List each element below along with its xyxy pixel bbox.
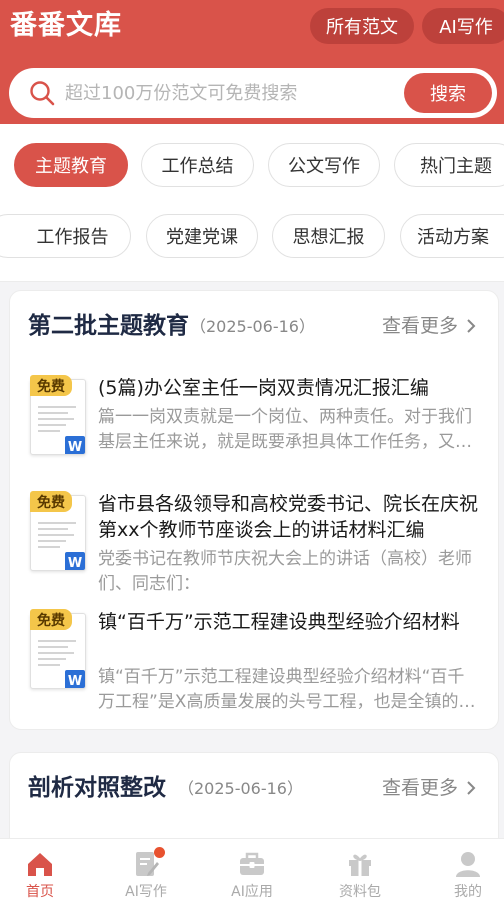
document-title: 省市县各级领导和高校党委书记、院长在庆祝第xx个教师节座谈会上的讲话材料汇编 [98,493,478,541]
nav-label: AI写作 [125,884,167,900]
chip-work-summary[interactable]: 工作总结 [141,143,254,187]
list-item[interactable]: W 免费 镇“百千万”示范工程建设典型经验介绍材料 镇“百千万”示范工程建设典型… [28,609,488,719]
word-file-icon: W [65,552,85,570]
section-title: 剖析对照整改 [28,775,166,801]
notification-dot [154,847,165,858]
document-title: (5篇)办公室主任一岗双责情况汇报汇编 [98,377,429,399]
view-more-link[interactable]: 查看更多 [382,773,476,803]
nav-label: 首页 [26,884,54,900]
app-header: 番番文库 所有范文 AI写作 搜索 [0,0,504,124]
category-chips: 主题教育 工作总结 公文写作 热门主题 工作报告 党建党课 思想汇报 活动方案 [0,124,504,282]
document-description: 篇一一岗双责就是一个岗位、两种责任。对于我们基层主任来说，就是既要承担具体工作任… [98,407,472,452]
list-item[interactable]: W 免费 省市县各级领导和高校党委书记、院长在庆祝第xx个教师节座谈会上的讲话材… [28,491,488,601]
chevron-right-icon [467,319,476,333]
nav-label: 资料包 [339,884,381,900]
free-badge: 免费 [30,491,72,512]
home-icon [28,853,52,876]
ai-write-icon [131,847,165,879]
document-description: 镇“百千万”示范工程建设典型经验介绍材料“百千万工程”是X高质量发展的头号工程，… [98,667,476,712]
nav-resources[interactable]: 资料包 [310,839,410,906]
list-item[interactable]: W 免费 (5篇)办公室主任一岗双责情况汇报汇编 篇一一岗双责就是一个岗位、两种… [28,375,488,485]
nav-label: AI应用 [231,884,273,900]
nav-profile[interactable]: 我的 [418,839,504,906]
section-date: （2025-06-16） [190,317,315,336]
document-title: 镇“百千万”示范工程建设典型经验介绍材料 [98,611,460,633]
gift-icon [349,854,371,876]
search-button[interactable]: 搜索 [404,73,492,113]
word-file-icon: W [65,670,85,688]
user-icon [456,852,480,877]
free-badge: 免费 [30,375,72,396]
section-title: 第二批主题教育 [28,313,189,339]
chip-official-writing[interactable]: 公文写作 [268,143,380,187]
nav-label: 我的 [454,884,482,900]
search-icon [30,81,55,106]
bottom-navigation: 首页 AI写作 AI应用 资料包 我的 [0,838,504,906]
chip-work-report[interactable]: 工作报告 [0,214,131,258]
brand-logo[interactable]: 番番文库 [10,8,122,44]
nav-ai-apps[interactable]: AI应用 [202,839,302,906]
section-card-theme-education: 第二批主题教育 （2025-06-16） 查看更多 W 免费 (5篇)办公室主任… [9,290,499,730]
search-bar: 搜索 [9,68,497,118]
view-more-label: 查看更多 [381,315,458,337]
chevron-right-icon [467,781,476,795]
document-description: 党委书记在教师节庆祝大会上的讲话（高校）老师们、同志们： [98,549,472,594]
chip-theme-education[interactable]: 主题教育 [14,143,128,187]
chip-hot-topics[interactable]: 热门主题 [394,143,504,187]
ai-write-button[interactable]: AI写作 [422,8,504,44]
free-badge: 免费 [30,609,72,630]
all-essays-button[interactable]: 所有范文 [310,8,414,44]
chip-party-building[interactable]: 党建党课 [146,214,258,258]
nav-ai-write[interactable]: AI写作 [96,839,196,906]
section-date: （2025-06-16） [178,779,303,798]
search-input[interactable] [65,68,405,118]
view-more-label: 查看更多 [381,777,458,799]
view-more-link[interactable]: 查看更多 [382,311,476,341]
word-file-icon: W [65,436,85,454]
toolbox-icon [240,852,264,875]
chip-activity-plan[interactable]: 活动方案 [400,214,504,258]
chip-thought-report[interactable]: 思想汇报 [272,214,385,258]
nav-home[interactable]: 首页 [0,839,90,906]
